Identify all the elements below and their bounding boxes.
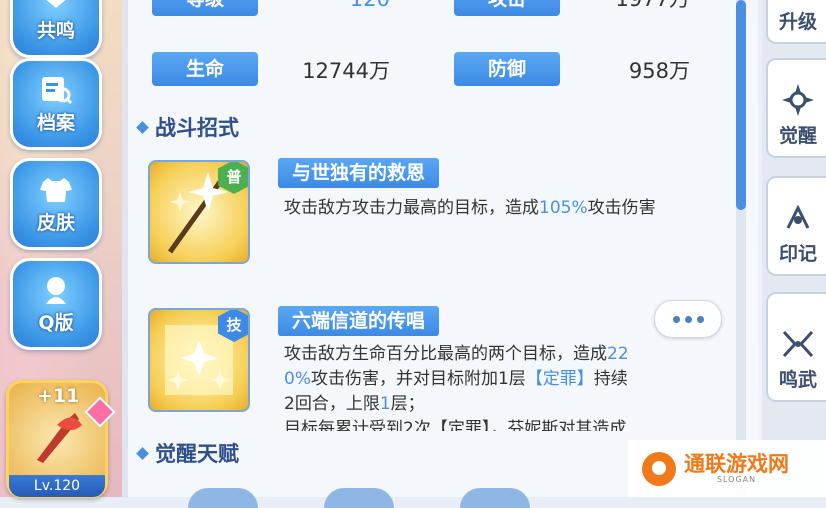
archive-button[interactable]: 档案 <box>10 58 102 150</box>
right-tab-bar: 升级 觉醒 印记 鸣武 <box>762 0 826 497</box>
awaken-section-title: 觉醒天赋 <box>136 438 239 468</box>
skill-2-description: 攻击敌方生命百分比最高的两个目标，造成22 0%攻击伤害，并对目标附加1层【定罪… <box>284 342 724 431</box>
skill-2-card[interactable]: 技 <box>148 308 250 412</box>
tab-weapon-label: 鸣武 <box>778 369 817 391</box>
skill-1-description: 攻击敌方攻击力最高的目标，造成105%攻击伤害 <box>284 196 714 221</box>
skill-2-line-3b: 层； <box>390 394 425 414</box>
dot-icon <box>672 315 680 323</box>
avatar-plus: +11 <box>37 385 80 407</box>
scrollbar-thumb[interactable] <box>736 0 746 210</box>
skill-2-highlight-b: 0% <box>284 369 311 389</box>
skill-1-name: 与世独有的救恩 <box>278 158 440 188</box>
imprint-icon <box>781 201 815 235</box>
resonance-icon <box>37 0 75 15</box>
talent-node[interactable] <box>460 488 530 508</box>
tab-weapon[interactable]: 鸣武 <box>766 292 826 402</box>
main-panel: 等级 120 攻击 1977万 生命 12744万 防御 958万 战斗招式 普… <box>128 0 758 508</box>
diamond-icon <box>136 446 149 460</box>
weapon-icon <box>37 413 82 463</box>
watermark-title: 通联游戏网 <box>684 452 789 476</box>
talent-node[interactable] <box>324 488 394 508</box>
chibi-button[interactable]: Q版 <box>10 258 102 350</box>
avatar-level: Lv.120 <box>9 475 105 497</box>
skin-icon <box>37 173 75 207</box>
skin-label: 皮肤 <box>36 212 75 234</box>
awaken-icon <box>781 83 815 117</box>
skill-2-line-2: 攻击伤害，并对目标附加1层 <box>310 369 526 389</box>
weapon-tab-icon <box>781 327 815 361</box>
dot-icon <box>696 315 704 323</box>
chibi-label: Q版 <box>38 312 74 334</box>
tab-imprint[interactable]: 印记 <box>766 176 826 276</box>
dot-icon <box>684 315 692 323</box>
skill-2-line-2b: 持续 <box>593 369 628 389</box>
character-avatar[interactable]: +11 Lv.120 <box>6 380 116 498</box>
archive-icon <box>37 73 75 107</box>
resonance-button[interactable]: 共鸣 <box>10 0 102 58</box>
combat-section-label: 战斗招式 <box>155 116 239 140</box>
more-button[interactable] <box>654 300 722 338</box>
combat-section-title: 战斗招式 <box>136 112 239 142</box>
skin-button[interactable]: 皮肤 <box>10 158 102 250</box>
tab-levelup-label: 升级 <box>778 11 817 33</box>
skill-2-line-1: 攻击敌方生命百分比最高的两个目标，造成 <box>284 344 607 364</box>
skill-2-highlight-a: 22 <box>607 344 629 364</box>
awaken-section-label: 觉醒天赋 <box>155 442 239 466</box>
attack-value: 1977万 <box>540 0 690 16</box>
tab-awaken-label: 觉醒 <box>778 125 817 147</box>
level-value: 120 <box>240 0 390 16</box>
skill-2-line-3-highlight: 1 <box>379 394 391 414</box>
skill-2-name: 六端信道的传唱 <box>278 306 440 336</box>
resonance-label: 共鸣 <box>36 20 75 42</box>
skill-1-card[interactable]: 普 <box>148 160 250 264</box>
skill-1-desc-tail: 攻击伤害 <box>587 198 656 218</box>
watermark-slogan: SLOGAN <box>716 475 757 484</box>
tab-awaken[interactable]: 觉醒 <box>766 58 826 158</box>
diamond-icon <box>136 120 149 134</box>
site-logo-icon <box>642 451 676 486</box>
skill-1-desc-text: 攻击敌方攻击力最高的目标，造成 <box>284 198 539 218</box>
hp-value: 12744万 <box>302 59 390 83</box>
tab-levelup[interactable]: 升级 <box>766 0 826 44</box>
site-watermark: 通联游戏网 SLOGAN <box>628 440 826 497</box>
tab-imprint-label: 印记 <box>778 243 817 265</box>
chibi-icon <box>37 273 75 307</box>
skill-1-desc-highlight: 105% <box>539 198 588 218</box>
skill-2-line-3a: 2回合，上限 <box>284 394 380 414</box>
skill-2-tag[interactable]: 【定罪】 <box>526 369 594 389</box>
defense-value: 958万 <box>628 59 690 83</box>
talent-node[interactable] <box>188 488 258 508</box>
skill-2-line-4: 目标每累计受到2次【定罪】，芬妮斯对其造成 <box>284 419 627 431</box>
archive-label: 档案 <box>36 112 75 134</box>
scrollbar[interactable] <box>736 0 746 497</box>
